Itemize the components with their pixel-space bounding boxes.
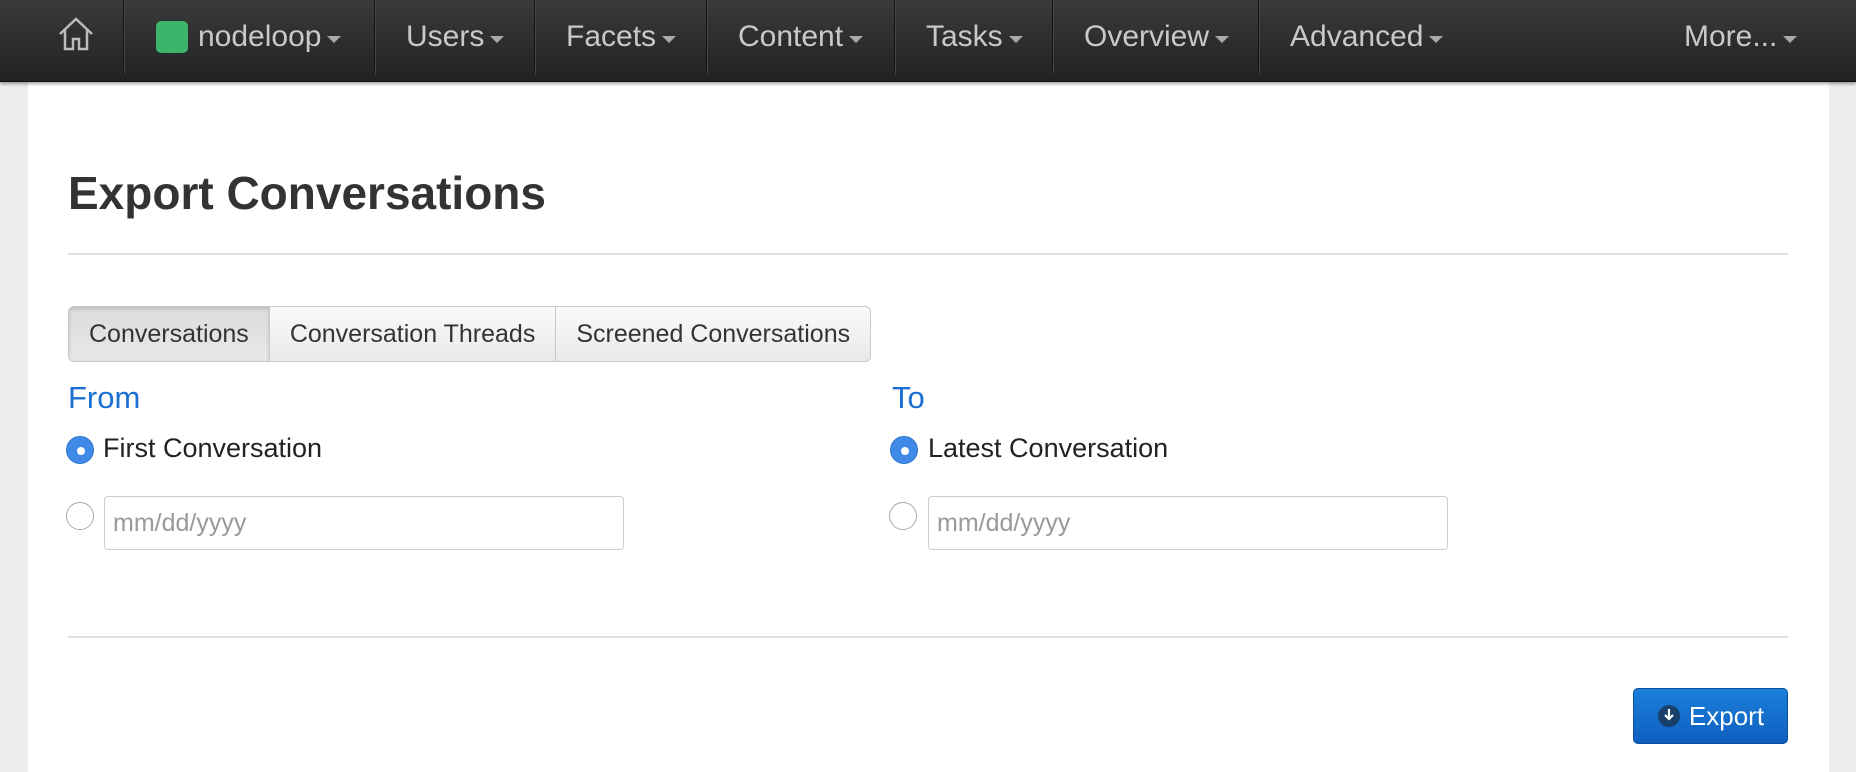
nav-menu-content[interactable]: Content [708,0,864,74]
top-navbar: nodeloop Users Facets Content Tasks Over… [0,0,1856,82]
nav-menu-label: Tasks [926,20,1003,53]
from-first-conversation-radio[interactable] [66,436,94,464]
nav-menu-label: Facets [566,20,657,53]
from-date-input[interactable] [104,496,624,550]
chevron-down-icon [1008,35,1023,43]
from-date-radio[interactable] [66,502,94,530]
to-date-radio[interactable] [889,502,917,530]
export-icon [1657,705,1680,727]
nav-menu-label: Users [406,20,485,53]
chevron-down-icon [1215,35,1230,43]
nav-menu-overview[interactable]: Overview [1054,0,1230,74]
chevron-down-icon [1783,35,1798,43]
nav-menu-label: Advanced [1290,20,1424,53]
brand-logo-icon [156,21,188,53]
nav-menu-users[interactable]: Users [376,0,505,74]
tab-screened-conversations[interactable]: Screened Conversations [556,307,871,361]
nav-menu-label: Overview [1084,20,1210,53]
nav-menu-advanced[interactable]: Advanced [1260,0,1444,74]
nav-menu-facets[interactable]: Facets [536,0,677,74]
to-latest-conversation-label: Latest Conversation [928,433,1169,463]
to-date-input[interactable] [928,496,1448,550]
chevron-down-icon [1429,35,1444,43]
nav-menu-tasks[interactable]: Tasks [896,0,1023,74]
nav-menu-more[interactable]: More... [1654,0,1798,74]
title-divider [68,253,1788,255]
nav-menu-label: More... [1684,20,1778,53]
from-first-conversation-label: First Conversation [103,433,323,463]
chevron-down-icon [662,35,677,43]
brand-name: nodeloop [198,20,322,53]
to-label: To [892,380,925,415]
from-label: From [68,380,141,415]
home-icon[interactable] [56,14,96,54]
chevron-down-icon [849,35,864,43]
tab-conversations[interactable]: Conversations [69,307,270,361]
chevron-down-icon [327,35,342,43]
nav-brand-menu[interactable]: nodeloop [126,0,342,74]
export-button-label: Export [1688,700,1765,731]
page-title: Export Conversations [68,167,546,219]
nav-menu-label: Content [738,20,844,53]
footer-divider [68,636,1788,638]
chevron-down-icon [490,35,505,43]
to-latest-conversation-radio[interactable] [890,436,918,464]
export-type-tabs: Conversations Conversation Threads Scree… [68,306,872,362]
export-button[interactable]: Export [1633,688,1788,744]
tab-conversation-threads[interactable]: Conversation Threads [269,307,557,361]
nav-divider [123,0,125,74]
